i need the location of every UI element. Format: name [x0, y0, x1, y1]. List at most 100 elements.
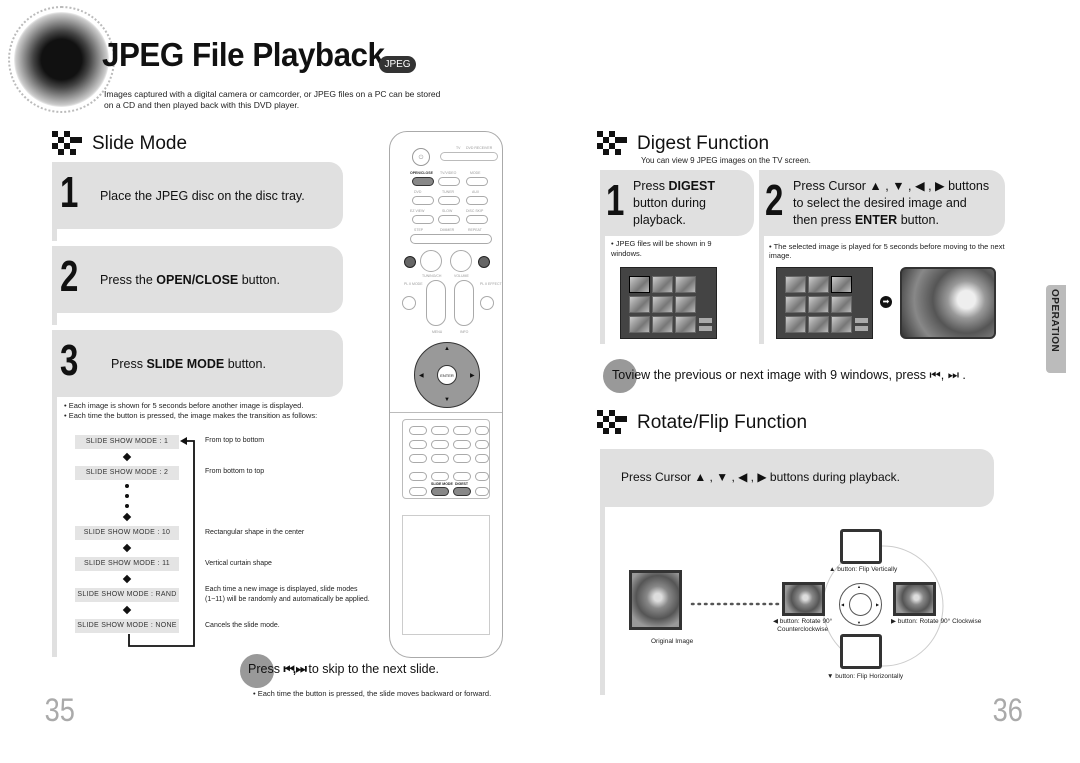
cursor-up-icon: ▲ [857, 584, 861, 589]
kitten-photo [900, 267, 996, 339]
remote-button [466, 177, 488, 186]
mode-description: Vertical curtain shape [205, 560, 272, 567]
digest-9-window-screen [620, 267, 717, 339]
remote-button [402, 296, 416, 310]
remote-label: MENU [432, 330, 443, 334]
step-text-pre: Press [633, 179, 669, 193]
step-number: 2 [60, 252, 79, 301]
original-butterfly-image [629, 570, 682, 630]
section-arrows-icon [597, 131, 631, 157]
remote-cover-panel [402, 515, 490, 635]
disc-logo-icon [14, 12, 109, 107]
cursor-pad-icon: ▲ ▼ ◀ ▶ [839, 583, 882, 626]
step-number: 3 [60, 336, 79, 385]
step-rail [52, 397, 57, 657]
step-text-pre: Press the [100, 273, 157, 287]
mode-description: Each time a new image is displayed, slid… [205, 585, 370, 605]
mode-description-line: Each time a new image is displayed, slid… [205, 586, 358, 593]
step-line: button during [633, 196, 706, 210]
flip-vertical-screen [840, 529, 882, 564]
thumbnail [675, 316, 696, 333]
cursor-pad-center [849, 593, 872, 616]
tip-text-pre: Press [248, 662, 280, 676]
jpeg-badge: JPEG [379, 56, 416, 73]
mode-description: Rectangular shape in the center [205, 529, 305, 536]
enter-label: ENTER [854, 213, 898, 227]
slide-mode-button [431, 487, 449, 496]
tip-text-post: to skip to the next slide. [308, 662, 440, 676]
note: • JPEG files will be shown in 9 windows. [611, 239, 712, 258]
remote-label: PL II MODE [404, 282, 423, 286]
step-text-post: button. [897, 213, 939, 227]
remote-button [438, 215, 460, 224]
remote-button [409, 487, 427, 496]
thumbnail [785, 316, 806, 333]
thumbnail [652, 296, 673, 313]
thumbnail [831, 296, 852, 313]
rotate-instruction: Press Cursor ▲ , ▼ , ◀ , ▶ buttons durin… [621, 470, 900, 484]
flip-horizontal-label: ▼ button: Flip Horizontally [827, 673, 904, 680]
open-close-button [412, 177, 434, 186]
remote-label: REPEAT [468, 228, 482, 232]
step-text: Press SLIDE MODE button. [111, 357, 266, 371]
next-arrow-icon: ➡ [880, 296, 892, 308]
step-text: Press Cursor ▲ , ▼ , ◀ , ▶ buttons to se… [793, 178, 989, 229]
thumbnail [808, 276, 829, 293]
dotted-connector [690, 602, 782, 606]
remote-button [475, 472, 489, 481]
mode-description: From bottom to top [205, 468, 265, 475]
thumbnail [675, 276, 696, 293]
tip-note: • Each time the button is pressed, the s… [253, 689, 492, 698]
section-arrows-icon [597, 410, 631, 436]
remote-button [412, 215, 434, 224]
intro-text: Images captured with a digital camera or… [104, 89, 441, 110]
remote-label: DVD [414, 190, 422, 194]
remote-label: DISC SKIP [466, 209, 484, 213]
tip-note-text: Each time the button is pressed, the sli… [257, 689, 492, 698]
thumbnail [785, 276, 806, 293]
step-text: Press DIGEST button during playback. [633, 178, 715, 229]
rotate-ccw-label: ◀ button: Rotate 90° Counterclockwise [773, 618, 832, 634]
note-text: Each image is shown for 5 seconds before… [68, 401, 304, 410]
rotate-ccw-image [782, 582, 825, 616]
remote-label: STEP [414, 228, 424, 232]
thumbnail [675, 296, 696, 313]
remote-label: EZ VIEW [410, 209, 425, 213]
remote-control-illustration: ⏻ TV DVD RECEIVER OPEN/CLOSE TV/VIDEO MO… [389, 131, 503, 658]
page-title: JPEG File Playback [102, 36, 385, 73]
loop-back-arrow-icon [128, 437, 195, 647]
stop-button-icon [420, 250, 442, 272]
rotate-circle-guide [822, 545, 944, 667]
note-text: JPEG files will be shown in 9 windows. [611, 239, 712, 258]
step-rail [759, 236, 764, 344]
play-pause-button-icon [450, 250, 472, 272]
note: • The selected image is played for 5 sec… [769, 242, 1005, 260]
step-text: Place the JPEG disc on the disc tray. [100, 189, 305, 203]
digit-button [453, 454, 471, 463]
screen-button [855, 326, 868, 331]
remote-button [480, 296, 494, 310]
remote-label: MODE [470, 171, 481, 175]
thumbnail [785, 296, 806, 313]
screen-button [699, 326, 712, 331]
digest-button [453, 487, 471, 496]
step-line: Press DIGEST [633, 178, 715, 195]
digit-button [409, 454, 427, 463]
step-rail [600, 236, 605, 344]
rotate-cw-label: ▶ button: Rotate 90° Clockwise [891, 618, 982, 625]
note: • Each time the button is pressed, the i… [64, 411, 318, 420]
step-number: 1 [606, 176, 625, 225]
section-arrows-icon [52, 131, 86, 157]
step-rail [52, 229, 57, 241]
cursor-right-icon: ▶ [470, 373, 475, 379]
enter-button: ENTER [437, 365, 457, 385]
cursor-pad: ENTER ▲ ▼ ◀ ▶ [414, 342, 480, 408]
remote-label: TUNING/CH [422, 274, 442, 278]
remote-button [409, 472, 427, 481]
thumbnail [808, 316, 829, 333]
flip-vertical-label: ▲ button: Flip Vertically [829, 566, 898, 573]
remote-button [475, 440, 489, 449]
digit-button [431, 472, 449, 481]
digit-button [409, 426, 427, 435]
screen-button [855, 318, 868, 323]
